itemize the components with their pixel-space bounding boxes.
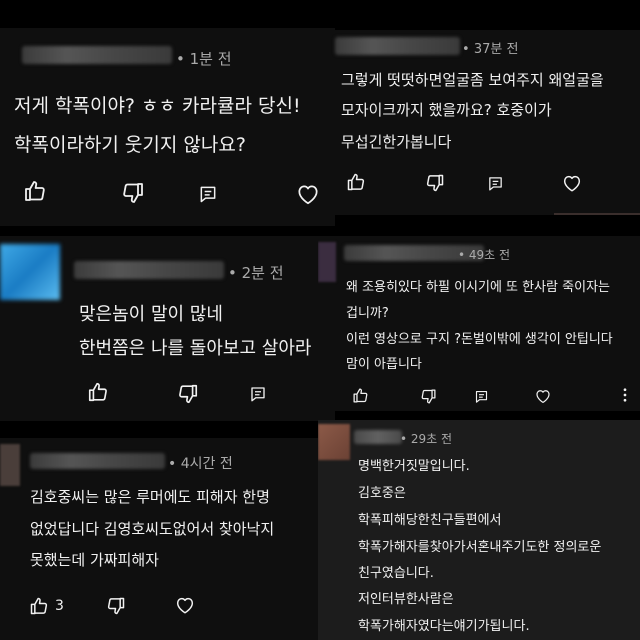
comment-text-line: 친구였습니다. (358, 566, 434, 581)
comment-text-line: 맘이 아픕니다 (346, 357, 422, 372)
comment-timestamp: • 1분 전 (176, 50, 232, 68)
comment-timestamp: • 49초 전 (458, 248, 511, 262)
comment-panel-5: • 4시간 전 김호중씨는 많은 루머에도 피해자 한명 없었답니다 김영호씨도… (0, 438, 325, 640)
thumb-down-icon[interactable] (106, 596, 126, 616)
more-vert-icon[interactable] (616, 386, 634, 404)
comment-text-line: 학폭이라하기 웃기지 않나요? (14, 134, 246, 156)
comment-text-line: 학폭피해당한친구들편에서 (358, 513, 502, 528)
comment-text-line: 저인터뷰한사람은 (358, 592, 454, 607)
comment-timestamp: • 37분 전 (462, 42, 519, 57)
comment-text-line: 못했는데 가짜피해자 (30, 551, 159, 569)
like-count: 3 (55, 598, 64, 614)
comment-panel-6: • 29초 전 명백한거짓말입니다. 김호중은 학폭피해당한친구들편에서 학폭가… (318, 420, 640, 640)
comment-text-line: 없었답니다 김영호씨도없어서 찾아낙지 (30, 520, 275, 538)
thumb-down-icon[interactable] (177, 383, 199, 405)
reply-icon[interactable] (198, 184, 218, 204)
comment-text-line: 김호중은 (358, 486, 406, 501)
thumb-up-icon[interactable] (346, 172, 366, 192)
heart-icon[interactable] (174, 594, 196, 616)
thumb-down-icon[interactable] (420, 388, 437, 405)
thumbnail-strip (554, 213, 640, 215)
comment-text-line: 한번쯤은 나를 돌아보고 살아라 (79, 338, 312, 359)
comment-text-line: 학폭가해자였다는얘기가됩니다. (358, 619, 530, 634)
avatar[interactable] (318, 424, 350, 460)
comment-panel-1: • 1분 전 저게 학폭이야? ㅎㅎ 카라큘라 당신! 학폭이라하기 웃기지 않… (0, 28, 335, 226)
thumb-down-icon[interactable] (425, 173, 445, 193)
comment-timestamp: • 2분 전 (228, 264, 284, 282)
thumb-up-icon[interactable] (29, 596, 49, 616)
blurred-username (335, 37, 460, 55)
comment-text-line: 겁니까? (346, 306, 389, 321)
comment-panel-4: • 49초 전 왜 조용히있다 하필 이시기에 또 한사람 죽이자는 겁니까? … (318, 236, 640, 411)
blurred-username (30, 453, 165, 469)
reply-icon[interactable] (474, 389, 489, 404)
comment-timestamp: • 4시간 전 (168, 456, 233, 472)
heart-icon[interactable] (561, 172, 583, 194)
comment-text-line: 그렇게 떳떳하면얼굴좀 보여주지 왜얼굴을 (341, 71, 604, 89)
blurred-username (22, 46, 172, 64)
avatar[interactable] (0, 244, 60, 300)
reply-icon[interactable] (249, 385, 267, 403)
reply-icon[interactable] (487, 175, 504, 192)
heart-icon[interactable] (534, 387, 552, 405)
comment-text-line: 김호중씨는 많은 루머에도 피해자 한명 (30, 488, 270, 506)
heart-icon[interactable] (295, 181, 321, 207)
comment-timestamp: • 29초 전 (400, 432, 453, 446)
comment-text-line: 맞은놈이 말이 많네 (79, 304, 223, 325)
comment-text-line: 이런 영상으로 구지 ?돈벌이밖에 생각이 안팁니다 (346, 332, 613, 347)
avatar[interactable] (318, 242, 336, 282)
comment-text-line: 학폭가해자를찾아가서혼내주기도한 정의로운 (358, 540, 602, 555)
comment-panel-2: • 37분 전 그렇게 떳떳하면얼굴좀 보여주지 왜얼굴을 모자이크까지 했을까… (322, 30, 640, 215)
comment-text-line: 무섭긴한가봅니다 (341, 133, 452, 151)
comment-text-line: 왜 조용히있다 하필 이시기에 또 한사람 죽이자는 (346, 280, 610, 295)
thumb-down-icon[interactable] (121, 181, 145, 205)
comment-text-line: 저게 학폭이야? ㅎㅎ 카라큘라 당신! (14, 95, 301, 117)
comment-text-line: 모자이크까지 했을까요? 호중이가 (341, 101, 552, 119)
avatar[interactable] (0, 444, 20, 486)
comment-text-line: 명백한거짓말입니다. (358, 459, 470, 474)
thumb-up-icon[interactable] (23, 179, 47, 203)
thumb-up-icon[interactable] (352, 387, 369, 404)
blurred-username (354, 430, 402, 444)
comment-panel-3: • 2분 전 맞은놈이 말이 많네 한번쯤은 나를 돌아보고 살아라 (0, 236, 335, 421)
thumb-up-icon[interactable] (87, 381, 109, 403)
blurred-username (74, 261, 224, 279)
